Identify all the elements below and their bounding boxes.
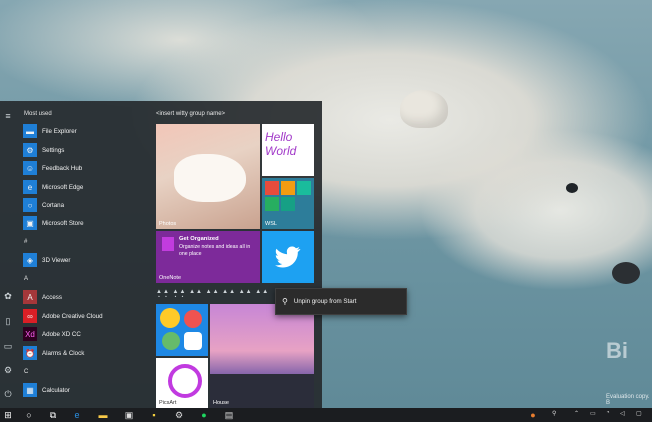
app-microsoft-edge[interactable]: e Microsoft Edge [23,179,151,195]
onenote-icon [162,237,174,251]
app-alarms-clock[interactable]: ⏰ Alarms & Clock [23,345,151,361]
store-icon: ▣ [23,216,37,230]
edge-icon: e [23,180,37,194]
feedback-icon: ☺ [23,161,37,175]
tile-twitter[interactable] [262,231,314,283]
taskbar: ⊞ ○ ⧉ e ▬ ▣ ▪ ⚙ ● ▤ ● ⚲ ⌃ ▭ ◔ ◁ ▢ [0,408,652,422]
unpin-group-item[interactable]: Unpin group from Start [294,298,357,305]
pictures-icon[interactable]: ▭ [3,341,13,351]
tile-emoji-app[interactable] [156,304,208,356]
app-3d-viewer[interactable]: ◈ 3D Viewer [23,252,151,268]
volume-icon[interactable]: ◁ [620,410,625,417]
small-tile-green[interactable] [265,197,279,211]
power-icon[interactable]: ⏻ [3,389,13,399]
group-header-dots[interactable]: ▲▲ ▲▲ ▲▲ ▲▲ ▲▲ ▲▲ ▲▲ ▲▲ ▲▲ [156,289,272,297]
cortana-icon: ○ [23,198,37,212]
sticky-notes-taskbar-icon[interactable]: ▪ [147,409,161,421]
network-icon[interactable]: ◔ [606,410,610,416]
edge-taskbar-icon[interactable]: e [70,409,84,421]
app-feedback-hub[interactable]: ☺ Feedback Hub [23,160,151,176]
app-settings[interactable]: ⚙ Settings [23,142,151,158]
windows-start-icon[interactable]: ⊞ [1,409,15,421]
evaluation-text: Evaluation copy. B [606,394,650,406]
group-title[interactable]: <insert witty group name> [156,111,225,117]
user-icon[interactable]: ✿ [3,291,13,301]
file-explorer-taskbar-icon[interactable]: ▬ [96,409,110,421]
tile-house[interactable]: House [210,304,314,408]
emoji-green [162,332,180,350]
unpin-icon: ⚲ [282,297,288,306]
tile-picsart[interactable]: PicsArt [156,358,208,408]
app-list: Most used ▬ File Explorer ⚙ Settings ☺ F… [18,101,153,408]
app-adobe-creative-cloud[interactable]: ∞ Adobe Creative Cloud [23,308,151,324]
small-tile-red[interactable] [265,181,279,195]
twitter-bird-icon [275,246,301,268]
store-taskbar-icon[interactable]: ▣ [122,409,136,421]
emoji-white [184,332,202,350]
app-adobe-xd[interactable]: Xd Adobe XD CC [23,326,151,342]
small-tile-orange[interactable] [281,181,295,195]
creative-cloud-icon: ∞ [23,309,37,323]
gear-icon[interactable]: ⚙ [3,365,13,375]
puppy-image [174,154,246,202]
alarm-icon: ⏰ [23,346,37,360]
movies-taskbar-icon[interactable]: ▤ [222,409,236,421]
chevron-up-icon[interactable]: ⌃ [574,410,579,417]
folder-icon: ▬ [23,124,37,138]
xd-icon: Xd [23,327,37,341]
settings-taskbar-icon[interactable]: ⚙ [172,409,186,421]
spotify-taskbar-icon[interactable]: ● [197,409,211,421]
emoji-yellow [160,308,180,328]
tile-small-group[interactable]: WSL [262,178,314,229]
cube-icon: ◈ [23,253,37,267]
section-c[interactable]: C [24,369,28,375]
avatar-tray-icon[interactable]: ● [526,409,540,421]
access-icon: A [23,290,37,304]
section-a[interactable]: A [24,276,28,282]
calculator-icon: ▦ [23,383,37,397]
bing-watermark: Bi [606,338,628,363]
battery-icon[interactable]: ▭ [590,410,596,417]
tile-photos[interactable]: Photos [156,124,260,229]
context-menu: ⚲ Unpin group from Start [275,288,407,315]
picsart-icon [168,364,202,398]
app-access[interactable]: A Access [23,289,151,305]
tile-hello-world[interactable]: Hello World [262,124,314,176]
app-cortana[interactable]: ○ Cortana [23,197,151,213]
start-rail: ≡ ✿ ▯ ▭ ⚙ ⏻ [0,101,16,408]
hamburger-icon[interactable]: ≡ [3,111,13,121]
section-most-used: Most used [24,111,52,117]
section-hash[interactable]: # [24,239,27,245]
emoji-red [184,310,202,328]
bear-nose [612,262,640,284]
app-file-explorer[interactable]: ▬ File Explorer [23,123,151,139]
task-view-icon[interactable]: ⧉ [46,409,60,421]
search-icon[interactable]: ○ [22,409,36,421]
people-tray-icon[interactable]: ⚲ [552,410,556,417]
app-microsoft-store[interactable]: ▣ Microsoft Store [23,215,151,231]
start-menu: ≡ ✿ ▯ ▭ ⚙ ⏻ Most used ▬ File Explorer ⚙ … [0,101,322,408]
app-calculator[interactable]: ▦ Calculator [23,382,151,398]
bear-eye [566,183,578,193]
gear-icon: ⚙ [23,143,37,157]
tile-onenote[interactable]: Get Organized Organize notes and ideas a… [156,231,260,283]
small-tile-teal[interactable] [297,181,311,195]
bear-ear [400,90,448,128]
documents-icon[interactable]: ▯ [3,316,13,326]
notifications-icon[interactable]: ▢ [636,410,642,417]
small-tile-mint[interactable] [281,197,295,211]
